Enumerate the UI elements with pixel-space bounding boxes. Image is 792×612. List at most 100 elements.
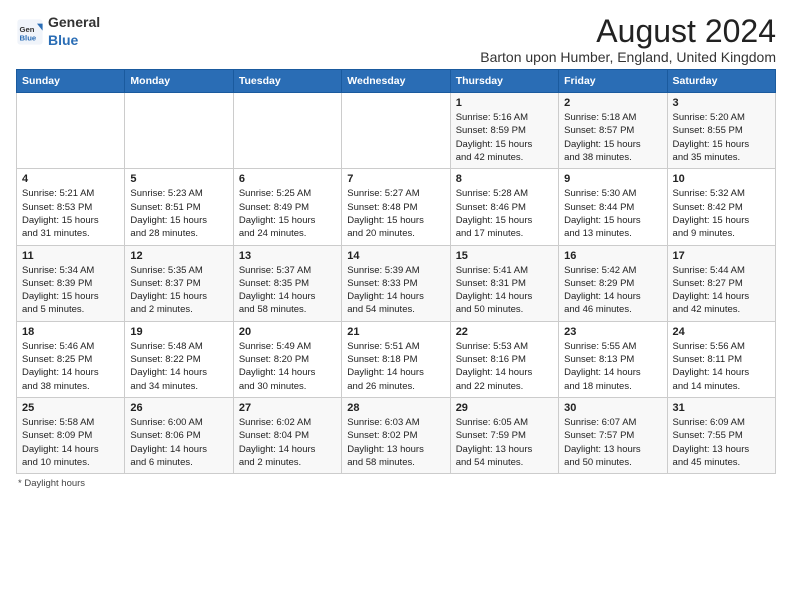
day-info: Sunrise: 6:03 AM Sunset: 8:02 PM Dayligh… [347,416,444,469]
day-number: 3 [673,97,770,109]
day-cell: 1 Sunrise: 5:16 AM Sunset: 8:59 PM Daylig… [450,93,558,169]
logo-general: General [48,14,100,30]
day-info: Sunrise: 5:44 AM Sunset: 8:27 PM Dayligh… [673,264,770,317]
day-number: 25 [22,402,119,414]
day-info: Sunrise: 5:58 AM Sunset: 8:09 PM Dayligh… [22,416,119,469]
logo-blue: Blue [48,32,78,48]
footer-text: * Daylight hours [18,478,85,489]
day-number: 20 [239,326,336,338]
footer-note: * Daylight hours [16,478,776,489]
week-row-5: 25 Sunrise: 5:58 AM Sunset: 8:09 PM Dayli… [17,397,776,473]
day-cell: 24 Sunrise: 5:56 AM Sunset: 8:11 PM Dayli… [667,321,775,397]
day-info: Sunrise: 5:48 AM Sunset: 8:22 PM Dayligh… [130,340,227,393]
day-info: Sunrise: 6:02 AM Sunset: 8:04 PM Dayligh… [239,416,336,469]
week-row-4: 18 Sunrise: 5:46 AM Sunset: 8:25 PM Dayli… [17,321,776,397]
col-header-sunday: Sunday [17,70,125,93]
day-number: 10 [673,173,770,185]
day-cell [342,93,450,169]
day-cell: 22Sunrise: 5:53 AM Sunset: 8:16 PM Dayli… [450,321,558,397]
day-number: 23 [564,326,661,338]
day-info: Sunrise: 5:16 AM Sunset: 8:59 PM Dayligh… [456,111,553,164]
day-cell: 20Sunrise: 5:49 AM Sunset: 8:20 PM Dayli… [233,321,341,397]
header-row: SundayMondayTuesdayWednesdayThursdayFrid… [17,70,776,93]
header: Gen Blue General Blue August 2024 Barton… [16,14,776,65]
day-number: 26 [130,402,227,414]
main-title: August 2024 [480,14,776,49]
day-cell: 5Sunrise: 5:23 AM Sunset: 8:51 PM Daylig… [125,169,233,245]
day-cell: 6 Sunrise: 5:25 AM Sunset: 8:49 PM Daylig… [233,169,341,245]
day-number: 21 [347,326,444,338]
day-info: Sunrise: 5:27 AM Sunset: 8:48 PM Dayligh… [347,187,444,240]
day-cell: 28 Sunrise: 6:03 AM Sunset: 8:02 PM Dayli… [342,397,450,473]
day-number: 15 [456,250,553,262]
day-number: 28 [347,402,444,414]
day-number: 24 [673,326,770,338]
svg-text:Gen: Gen [20,25,35,34]
day-cell: 3 Sunrise: 5:20 AM Sunset: 8:55 PM Daylig… [667,93,775,169]
day-info: Sunrise: 5:41 AM Sunset: 8:31 PM Dayligh… [456,264,553,317]
col-header-tuesday: Tuesday [233,70,341,93]
day-number: 31 [673,402,770,414]
day-cell: 19 Sunrise: 5:48 AM Sunset: 8:22 PM Dayli… [125,321,233,397]
day-cell: 9Sunrise: 5:30 AM Sunset: 8:44 PM Daylig… [559,169,667,245]
day-cell: 12 Sunrise: 5:35 AM Sunset: 8:37 PM Dayli… [125,245,233,321]
day-cell: 27 Sunrise: 6:02 AM Sunset: 8:04 PM Dayli… [233,397,341,473]
day-info: Sunrise: 6:00 AM Sunset: 8:06 PM Dayligh… [130,416,227,469]
day-number: 16 [564,250,661,262]
day-number: 6 [239,173,336,185]
day-cell: 10 Sunrise: 5:32 AM Sunset: 8:42 PM Dayli… [667,169,775,245]
day-number: 14 [347,250,444,262]
day-cell: 7 Sunrise: 5:27 AM Sunset: 8:48 PM Daylig… [342,169,450,245]
day-cell: 16 Sunrise: 5:42 AM Sunset: 8:29 PM Dayli… [559,245,667,321]
day-number: 13 [239,250,336,262]
day-number: 5 [130,173,227,185]
day-cell [17,93,125,169]
day-info: Sunrise: 5:46 AM Sunset: 8:25 PM Dayligh… [22,340,119,393]
day-cell: 18 Sunrise: 5:46 AM Sunset: 8:25 PM Dayli… [17,321,125,397]
week-row-2: 4Sunrise: 5:21 AM Sunset: 8:53 PM Daylig… [17,169,776,245]
calendar-table: SundayMondayTuesdayWednesdayThursdayFrid… [16,69,776,474]
day-number: 12 [130,250,227,262]
day-info: Sunrise: 5:20 AM Sunset: 8:55 PM Dayligh… [673,111,770,164]
col-header-monday: Monday [125,70,233,93]
day-info: Sunrise: 5:32 AM Sunset: 8:42 PM Dayligh… [673,187,770,240]
day-cell: 11Sunrise: 5:34 AM Sunset: 8:39 PM Dayli… [17,245,125,321]
day-cell: 30Sunrise: 6:07 AM Sunset: 7:57 PM Dayli… [559,397,667,473]
day-info: Sunrise: 5:53 AM Sunset: 8:16 PM Dayligh… [456,340,553,393]
day-cell: 21Sunrise: 5:51 AM Sunset: 8:18 PM Dayli… [342,321,450,397]
col-header-saturday: Saturday [667,70,775,93]
day-number: 2 [564,97,661,109]
day-info: Sunrise: 5:42 AM Sunset: 8:29 PM Dayligh… [564,264,661,317]
day-cell: 8 Sunrise: 5:28 AM Sunset: 8:46 PM Daylig… [450,169,558,245]
day-cell: 17Sunrise: 5:44 AM Sunset: 8:27 PM Dayli… [667,245,775,321]
day-info: Sunrise: 5:35 AM Sunset: 8:37 PM Dayligh… [130,264,227,317]
day-info: Sunrise: 5:25 AM Sunset: 8:49 PM Dayligh… [239,187,336,240]
day-number: 27 [239,402,336,414]
day-info: Sunrise: 5:21 AM Sunset: 8:53 PM Dayligh… [22,187,119,240]
day-number: 19 [130,326,227,338]
day-info: Sunrise: 6:05 AM Sunset: 7:59 PM Dayligh… [456,416,553,469]
day-cell: 23Sunrise: 5:55 AM Sunset: 8:13 PM Dayli… [559,321,667,397]
day-cell: 26 Sunrise: 6:00 AM Sunset: 8:06 PM Dayli… [125,397,233,473]
week-row-3: 11Sunrise: 5:34 AM Sunset: 8:39 PM Dayli… [17,245,776,321]
day-cell: 14 Sunrise: 5:39 AM Sunset: 8:33 PM Dayli… [342,245,450,321]
day-number: 9 [564,173,661,185]
day-number: 11 [22,250,119,262]
week-row-1: 1 Sunrise: 5:16 AM Sunset: 8:59 PM Daylig… [17,93,776,169]
day-info: Sunrise: 5:28 AM Sunset: 8:46 PM Dayligh… [456,187,553,240]
day-info: Sunrise: 5:56 AM Sunset: 8:11 PM Dayligh… [673,340,770,393]
day-cell: 15 Sunrise: 5:41 AM Sunset: 8:31 PM Dayli… [450,245,558,321]
svg-text:Blue: Blue [20,33,37,42]
day-cell: 2 Sunrise: 5:18 AM Sunset: 8:57 PM Daylig… [559,93,667,169]
day-info: Sunrise: 5:39 AM Sunset: 8:33 PM Dayligh… [347,264,444,317]
day-cell: 31 Sunrise: 6:09 AM Sunset: 7:55 PM Dayli… [667,397,775,473]
day-info: Sunrise: 5:37 AM Sunset: 8:35 PM Dayligh… [239,264,336,317]
day-info: Sunrise: 6:09 AM Sunset: 7:55 PM Dayligh… [673,416,770,469]
day-number: 8 [456,173,553,185]
day-number: 18 [22,326,119,338]
day-number: 7 [347,173,444,185]
day-info: Sunrise: 5:18 AM Sunset: 8:57 PM Dayligh… [564,111,661,164]
subtitle: Barton upon Humber, England, United King… [480,49,776,65]
day-number: 1 [456,97,553,109]
day-cell: 13 Sunrise: 5:37 AM Sunset: 8:35 PM Dayli… [233,245,341,321]
